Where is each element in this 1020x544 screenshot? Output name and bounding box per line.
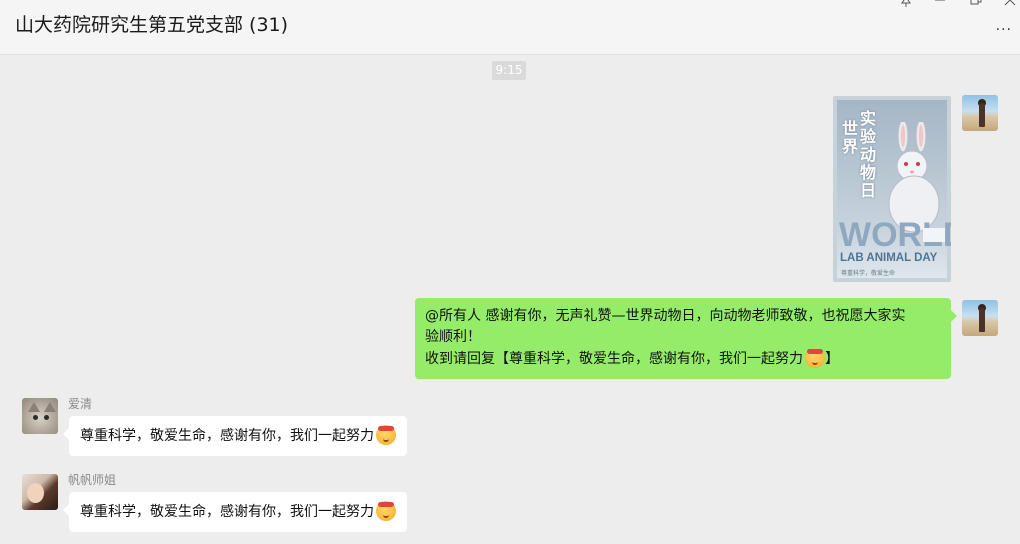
lab-animal-day-poster: 实验动物日 世界 WORLD LAB ANIMAL DAY 尊重科学，敬爱生命: [837, 100, 951, 278]
received-text-message[interactable]: 尊重科学，敬爱生命，感谢有你，我们一起努力: [63, 416, 407, 456]
image-message[interactable]: 实验动物日 世界 WORLD LAB ANIMAL DAY 尊重科学，敬爱生命: [833, 96, 951, 282]
message-text: 尊重科学，敬爱生命，感谢有你，我们一起努力: [80, 504, 374, 520]
maximize-icon[interactable]: [966, 0, 986, 10]
pin-icon[interactable]: [896, 0, 916, 12]
muscle-headband-emoji-icon: [376, 501, 396, 521]
muscle-headband-emoji-icon: [376, 425, 396, 445]
poster-title-vertical-left: 世界: [841, 119, 858, 156]
message-line: 收到请回复【尊重科学，敬爱生命，感谢有你，我们一起努力】: [425, 348, 941, 370]
poster-title-vertical: 实验动物日: [859, 109, 876, 200]
received-text-message[interactable]: 尊重科学，敬爱生命，感谢有你，我们一起努力: [63, 492, 407, 532]
message-list[interactable]: 9:15 实验动物日 世界 WORLD LAB ANIMAL DAY 尊重科学，…: [0, 55, 1020, 544]
muscle-headband-emoji-icon: [805, 348, 825, 368]
message-timestamp: 9:15: [492, 61, 526, 80]
sender-avatar[interactable]: [22, 474, 58, 510]
chat-header: 山大药院研究生第五党支部 (31) ···: [0, 0, 1020, 55]
sender-name: 帆帆师姐: [68, 473, 117, 487]
close-icon[interactable]: [1000, 0, 1020, 10]
self-avatar[interactable]: [962, 95, 998, 131]
message-line: @所有人 感谢有你，无声礼赞—世界动物日，向动物老师致敬，也祝愿大家实: [425, 308, 906, 324]
self-text-message[interactable]: @所有人 感谢有你，无声礼赞—世界动物日，向动物老师致敬，也祝愿大家实 验顺利！…: [415, 298, 957, 379]
sender-name: 爱清: [68, 397, 93, 411]
message-text: 尊重科学，敬爱生命，感谢有你，我们一起努力: [80, 428, 374, 444]
poster-lab-animal-day-text: LAB ANIMAL DAY: [840, 252, 938, 264]
more-options-button[interactable]: ···: [996, 22, 1012, 38]
sender-avatar[interactable]: [22, 398, 58, 434]
chat-title: 山大药院研究生第五党支部 (31): [15, 14, 289, 36]
poster-caption: 尊重科学，敬爱生命: [841, 270, 896, 277]
self-avatar[interactable]: [962, 300, 998, 336]
message-line: 验顺利！: [425, 329, 481, 345]
minimize-icon[interactable]: [930, 0, 950, 10]
